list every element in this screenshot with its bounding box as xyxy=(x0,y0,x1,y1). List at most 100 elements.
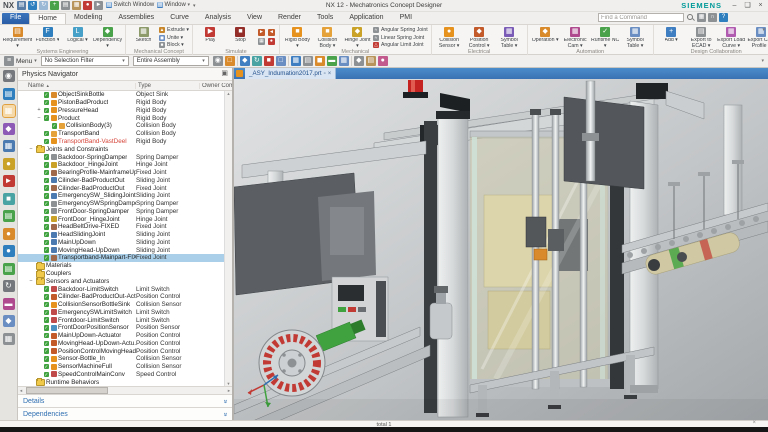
tree-item-row[interactable]: ✓Cilinder-BadProductOut-Act...Position C… xyxy=(18,293,232,301)
enabled-checkbox[interactable]: ✓ xyxy=(44,162,50,168)
enabled-checkbox[interactable]: ✓ xyxy=(44,294,50,300)
enabled-checkbox[interactable]: ✓ xyxy=(44,193,50,199)
brush-icon[interactable]: ▬ xyxy=(3,298,15,310)
tab-home[interactable]: Home xyxy=(29,13,66,24)
tree-item-row[interactable]: ✓Backdoor_HingeJointHinge Joint xyxy=(18,161,232,169)
electronic-cam-button[interactable]: ▦Electronic Cam ▾ xyxy=(561,26,590,49)
restore-button[interactable]: ❑ xyxy=(742,1,753,11)
tree-item-row[interactable]: +✓PressureHeadRigid Body xyxy=(18,107,232,115)
symbol-table-button[interactable]: ▦Symbol Table ▾ xyxy=(495,26,524,49)
work-grid-icon[interactable]: ▦ xyxy=(339,56,349,66)
tree-item-row[interactable]: ✓Transportband-Mainpart-FIX...Fixed Join… xyxy=(18,254,232,262)
toolbar-overflow-icon[interactable]: ▾ xyxy=(761,58,764,64)
scroll-up-icon[interactable]: ▲ xyxy=(227,91,231,96)
tab-close-icon[interactable]: × xyxy=(328,71,332,77)
customize-quick-access-icon[interactable]: ▾ xyxy=(193,3,196,9)
add-button[interactable]: +Add ▾ xyxy=(657,26,686,44)
horizontal-scrollbar[interactable]: ◄ ► xyxy=(18,386,232,394)
enabled-checkbox[interactable]: ✓ xyxy=(44,100,50,106)
enabled-checkbox[interactable]: ✓ xyxy=(44,364,50,370)
tree-item-row[interactable]: ✓MovingHead-UpDown-Actu...Position Contr… xyxy=(18,340,232,348)
tree-item-row[interactable]: ✓Backdoor-SpringDamperSpring Damper xyxy=(18,153,232,161)
switch-window-button[interactable]: ▦ Switch Window xyxy=(106,1,154,10)
tree-item-row[interactable]: ✓BearingProfile-MainframeUp...Fixed Join… xyxy=(18,169,232,177)
render-style-icon[interactable]: ◼ xyxy=(315,56,325,66)
tree-expander-icon[interactable]: − xyxy=(28,278,34,284)
enabled-checkbox[interactable]: ✓ xyxy=(44,240,50,246)
tree-item-row[interactable]: ✓FrontDoor_HingeJointHinge Joint xyxy=(18,215,232,223)
enabled-checkbox[interactable]: ✓ xyxy=(44,201,50,207)
tab-file[interactable]: File xyxy=(2,13,29,24)
function-button[interactable]: FFunction ▾ xyxy=(33,26,62,44)
tree-item-row[interactable]: ✓PositionControlMovingHeadPosition Contr… xyxy=(18,347,232,355)
sketch-pen-icon[interactable]: ▬ xyxy=(327,56,337,66)
view-grid-icon[interactable]: ▦ xyxy=(291,56,301,66)
tree-item-row[interactable]: ✓MainUpDownSliding Joint xyxy=(18,239,232,247)
tree-expander-icon[interactable]: − xyxy=(28,146,34,152)
enabled-checkbox[interactable]: ✓ xyxy=(44,209,50,215)
physics-navigator-icon[interactable]: ▦ xyxy=(3,105,15,117)
details-section-bar[interactable]: Details » xyxy=(18,394,232,407)
tree-item-row[interactable]: ✓EmergencySWSpringDamperSpring Damper xyxy=(18,200,232,208)
block-button[interactable]: ■Block ▾ xyxy=(159,42,189,49)
structure-icon[interactable]: ◆ xyxy=(3,315,15,327)
image-gallery-icon[interactable]: ▦ xyxy=(3,333,15,345)
part-tab[interactable]: _ASY_Indumation2017.prt ▫ × xyxy=(245,68,336,79)
move-object-icon[interactable]: ◆ xyxy=(240,56,250,66)
gear-icon[interactable]: ◉ xyxy=(3,70,15,82)
enabled-checkbox[interactable]: ✓ xyxy=(44,341,50,347)
tree-item-row[interactable]: ✓Sensor-Bottle_InCollision Sensor xyxy=(18,355,232,363)
scroll-right-icon[interactable]: ► xyxy=(226,388,232,393)
enabled-checkbox[interactable]: ✓ xyxy=(44,108,50,114)
requirement-button[interactable]: ▤Requirement ▾ xyxy=(3,26,32,49)
command-repeat-icon[interactable]: ► xyxy=(94,1,103,10)
snap-settings-icon[interactable]: ◉ xyxy=(213,56,223,66)
tree-column-header[interactable]: Name ▲ Type Owner Component xyxy=(18,81,232,91)
enabled-checkbox[interactable]: ✓ xyxy=(44,325,50,331)
tree-item-row[interactable]: ✓FrontDoorPositionSensorPosition Sensor xyxy=(18,324,232,332)
add-item-icon[interactable]: + xyxy=(50,1,59,10)
tree-item-row[interactable]: ✓CollisionSensorBottleSinkCollision Sens… xyxy=(18,301,232,309)
enabled-checkbox[interactable]: ✓ xyxy=(44,232,50,238)
tree-item-row[interactable]: ✓TransportBand-VastDeelRigid Body xyxy=(18,138,232,146)
color-palette-icon[interactable]: ● xyxy=(3,228,15,240)
tab-curve[interactable]: Curve xyxy=(162,13,197,24)
help-icon[interactable]: ? xyxy=(719,13,728,22)
unite-button[interactable]: ◼Unite ▾ xyxy=(159,35,189,42)
enabled-checkbox[interactable]: ✓ xyxy=(44,317,50,323)
paste-icon[interactable]: ▦ xyxy=(72,1,81,10)
tree-folder-row[interactable]: −Joints and Constraints xyxy=(18,145,232,153)
status-close-icon[interactable]: × xyxy=(752,420,756,426)
history-icon[interactable]: ↻ xyxy=(3,280,15,292)
hinge-joint-button[interactable]: ◆Hinge Joint ▾ xyxy=(343,26,372,49)
save-icon[interactable]: ▤ xyxy=(17,1,26,10)
tree-item-row[interactable]: ✓Cilinder-BadProductOutSliding Joint xyxy=(18,176,232,184)
play-button[interactable]: ▶Play xyxy=(196,26,225,44)
collision-body-button[interactable]: ■Collision Body ▾ xyxy=(313,26,342,49)
undock-panel-icon[interactable]: ▣ xyxy=(221,69,228,79)
enabled-checkbox[interactable]: ✓ xyxy=(44,356,50,362)
panel-toggle-icon[interactable]: ▦ xyxy=(697,13,706,22)
ribbon-collapse-icon[interactable]: ▾ xyxy=(762,27,765,33)
symbol-table-button[interactable]: ▦Symbol Table ▾ xyxy=(621,26,650,49)
tree-item-row[interactable]: ✓HeadSlidingJointSliding Joint xyxy=(18,231,232,239)
enabled-checkbox[interactable]: ✓ xyxy=(44,302,50,308)
angular-limit-joint-button[interactable]: △Angular Limit Joint xyxy=(373,42,428,49)
tree-item-row[interactable]: ✓SpeedControlMainConvSpeed Control xyxy=(18,371,232,379)
playback-icon[interactable]: ► xyxy=(3,175,15,187)
tab-render[interactable]: Render xyxy=(270,13,309,24)
tree-folder-row[interactable]: Materials xyxy=(18,262,232,270)
tab-assemblies[interactable]: Assemblies xyxy=(110,13,162,24)
runtime-nc-button[interactable]: ✓Runtime NC ▾ xyxy=(591,26,620,49)
scroll-left-icon[interactable]: ◄ xyxy=(18,388,24,393)
selection-box-icon[interactable]: □ xyxy=(225,56,235,66)
tree-item-row[interactable]: ✓EmergencySWLimitSwitchLimit Switch xyxy=(18,308,232,316)
dependency-button[interactable]: ◆Dependency ▾ xyxy=(93,26,122,49)
enabled-checkbox[interactable]: ✓ xyxy=(44,286,50,292)
tree-item-row[interactable]: ✓HeadBeltDrive-FIXEDFixed Joint xyxy=(18,223,232,231)
capture-icon[interactable]: ▦ xyxy=(258,38,265,45)
jog-forward-icon[interactable]: ► xyxy=(258,29,265,36)
dependencies-section-bar[interactable]: Dependencies » xyxy=(18,407,232,420)
tab-modeling[interactable]: Modeling xyxy=(66,13,110,24)
enabled-checkbox[interactable]: ✓ xyxy=(44,115,50,121)
